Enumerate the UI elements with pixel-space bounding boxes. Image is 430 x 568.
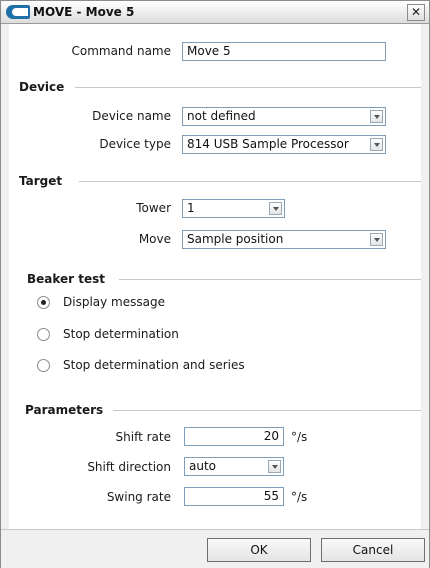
close-button[interactable]: ✕ bbox=[407, 4, 425, 21]
radio-stop-determination[interactable] bbox=[37, 328, 50, 341]
chevron-down-icon[interactable] bbox=[370, 138, 383, 151]
dialog-footer: OK Cancel bbox=[1, 529, 429, 568]
move-label: Move bbox=[138, 232, 171, 246]
radio-stop-determination-series[interactable] bbox=[37, 359, 50, 372]
chevron-down-icon[interactable] bbox=[370, 233, 383, 246]
command-name-input[interactable]: Move 5 bbox=[182, 42, 386, 61]
ok-button[interactable]: OK bbox=[207, 538, 311, 562]
window-title: MOVE - Move 5 bbox=[33, 5, 135, 19]
move-value: Sample position bbox=[187, 232, 284, 246]
shift-rate-unit: °/s bbox=[291, 430, 308, 444]
dialog-content: Command name Move 5 Device Device name n… bbox=[9, 24, 421, 529]
swing-rate-input[interactable]: 55 bbox=[184, 487, 284, 506]
dialog-window: MOVE - Move 5 ✕ Command name Move 5 Devi… bbox=[0, 0, 430, 568]
device-name-select[interactable]: not defined bbox=[182, 107, 386, 126]
target-divider bbox=[79, 181, 421, 182]
target-heading: Target bbox=[19, 174, 63, 188]
shift-direction-value: auto bbox=[189, 459, 217, 473]
shift-direction-label: Shift direction bbox=[87, 460, 171, 474]
radio-stop-determination-label[interactable]: Stop determination bbox=[63, 327, 179, 341]
tower-value: 1 bbox=[187, 201, 195, 215]
chevron-down-icon[interactable] bbox=[268, 460, 281, 473]
beaker-test-heading: Beaker test bbox=[27, 272, 106, 286]
swing-rate-unit: °/s bbox=[291, 490, 308, 504]
device-name-label: Device name bbox=[92, 109, 171, 123]
device-heading: Device bbox=[19, 80, 65, 94]
swing-rate-label: Swing rate bbox=[106, 490, 171, 504]
device-name-value: not defined bbox=[187, 109, 256, 123]
parameters-heading: Parameters bbox=[25, 403, 104, 417]
chevron-down-icon[interactable] bbox=[269, 202, 282, 215]
chevron-down-icon[interactable] bbox=[370, 110, 383, 123]
tower-label: Tower bbox=[136, 201, 171, 215]
tower-select[interactable]: 1 bbox=[182, 199, 285, 218]
device-divider bbox=[75, 87, 421, 88]
device-type-label: Device type bbox=[99, 137, 171, 151]
move-select[interactable]: Sample position bbox=[182, 230, 386, 249]
command-name-label: Command name bbox=[71, 44, 171, 58]
radio-display-message-label[interactable]: Display message bbox=[63, 295, 165, 309]
shift-rate-label: Shift rate bbox=[115, 430, 171, 444]
title-bar: MOVE - Move 5 ✕ bbox=[1, 1, 429, 24]
shift-direction-select[interactable]: auto bbox=[184, 457, 284, 476]
shift-rate-input[interactable]: 20 bbox=[184, 427, 284, 446]
app-logo-icon bbox=[6, 5, 30, 19]
cancel-button[interactable]: Cancel bbox=[321, 538, 425, 562]
device-type-value: 814 USB Sample Processor bbox=[187, 137, 349, 151]
beaker-test-divider bbox=[119, 279, 421, 280]
device-type-select[interactable]: 814 USB Sample Processor bbox=[182, 135, 386, 154]
radio-stop-determination-series-label[interactable]: Stop determination and series bbox=[63, 358, 245, 372]
parameters-divider bbox=[113, 410, 421, 411]
radio-display-message[interactable] bbox=[37, 296, 50, 309]
